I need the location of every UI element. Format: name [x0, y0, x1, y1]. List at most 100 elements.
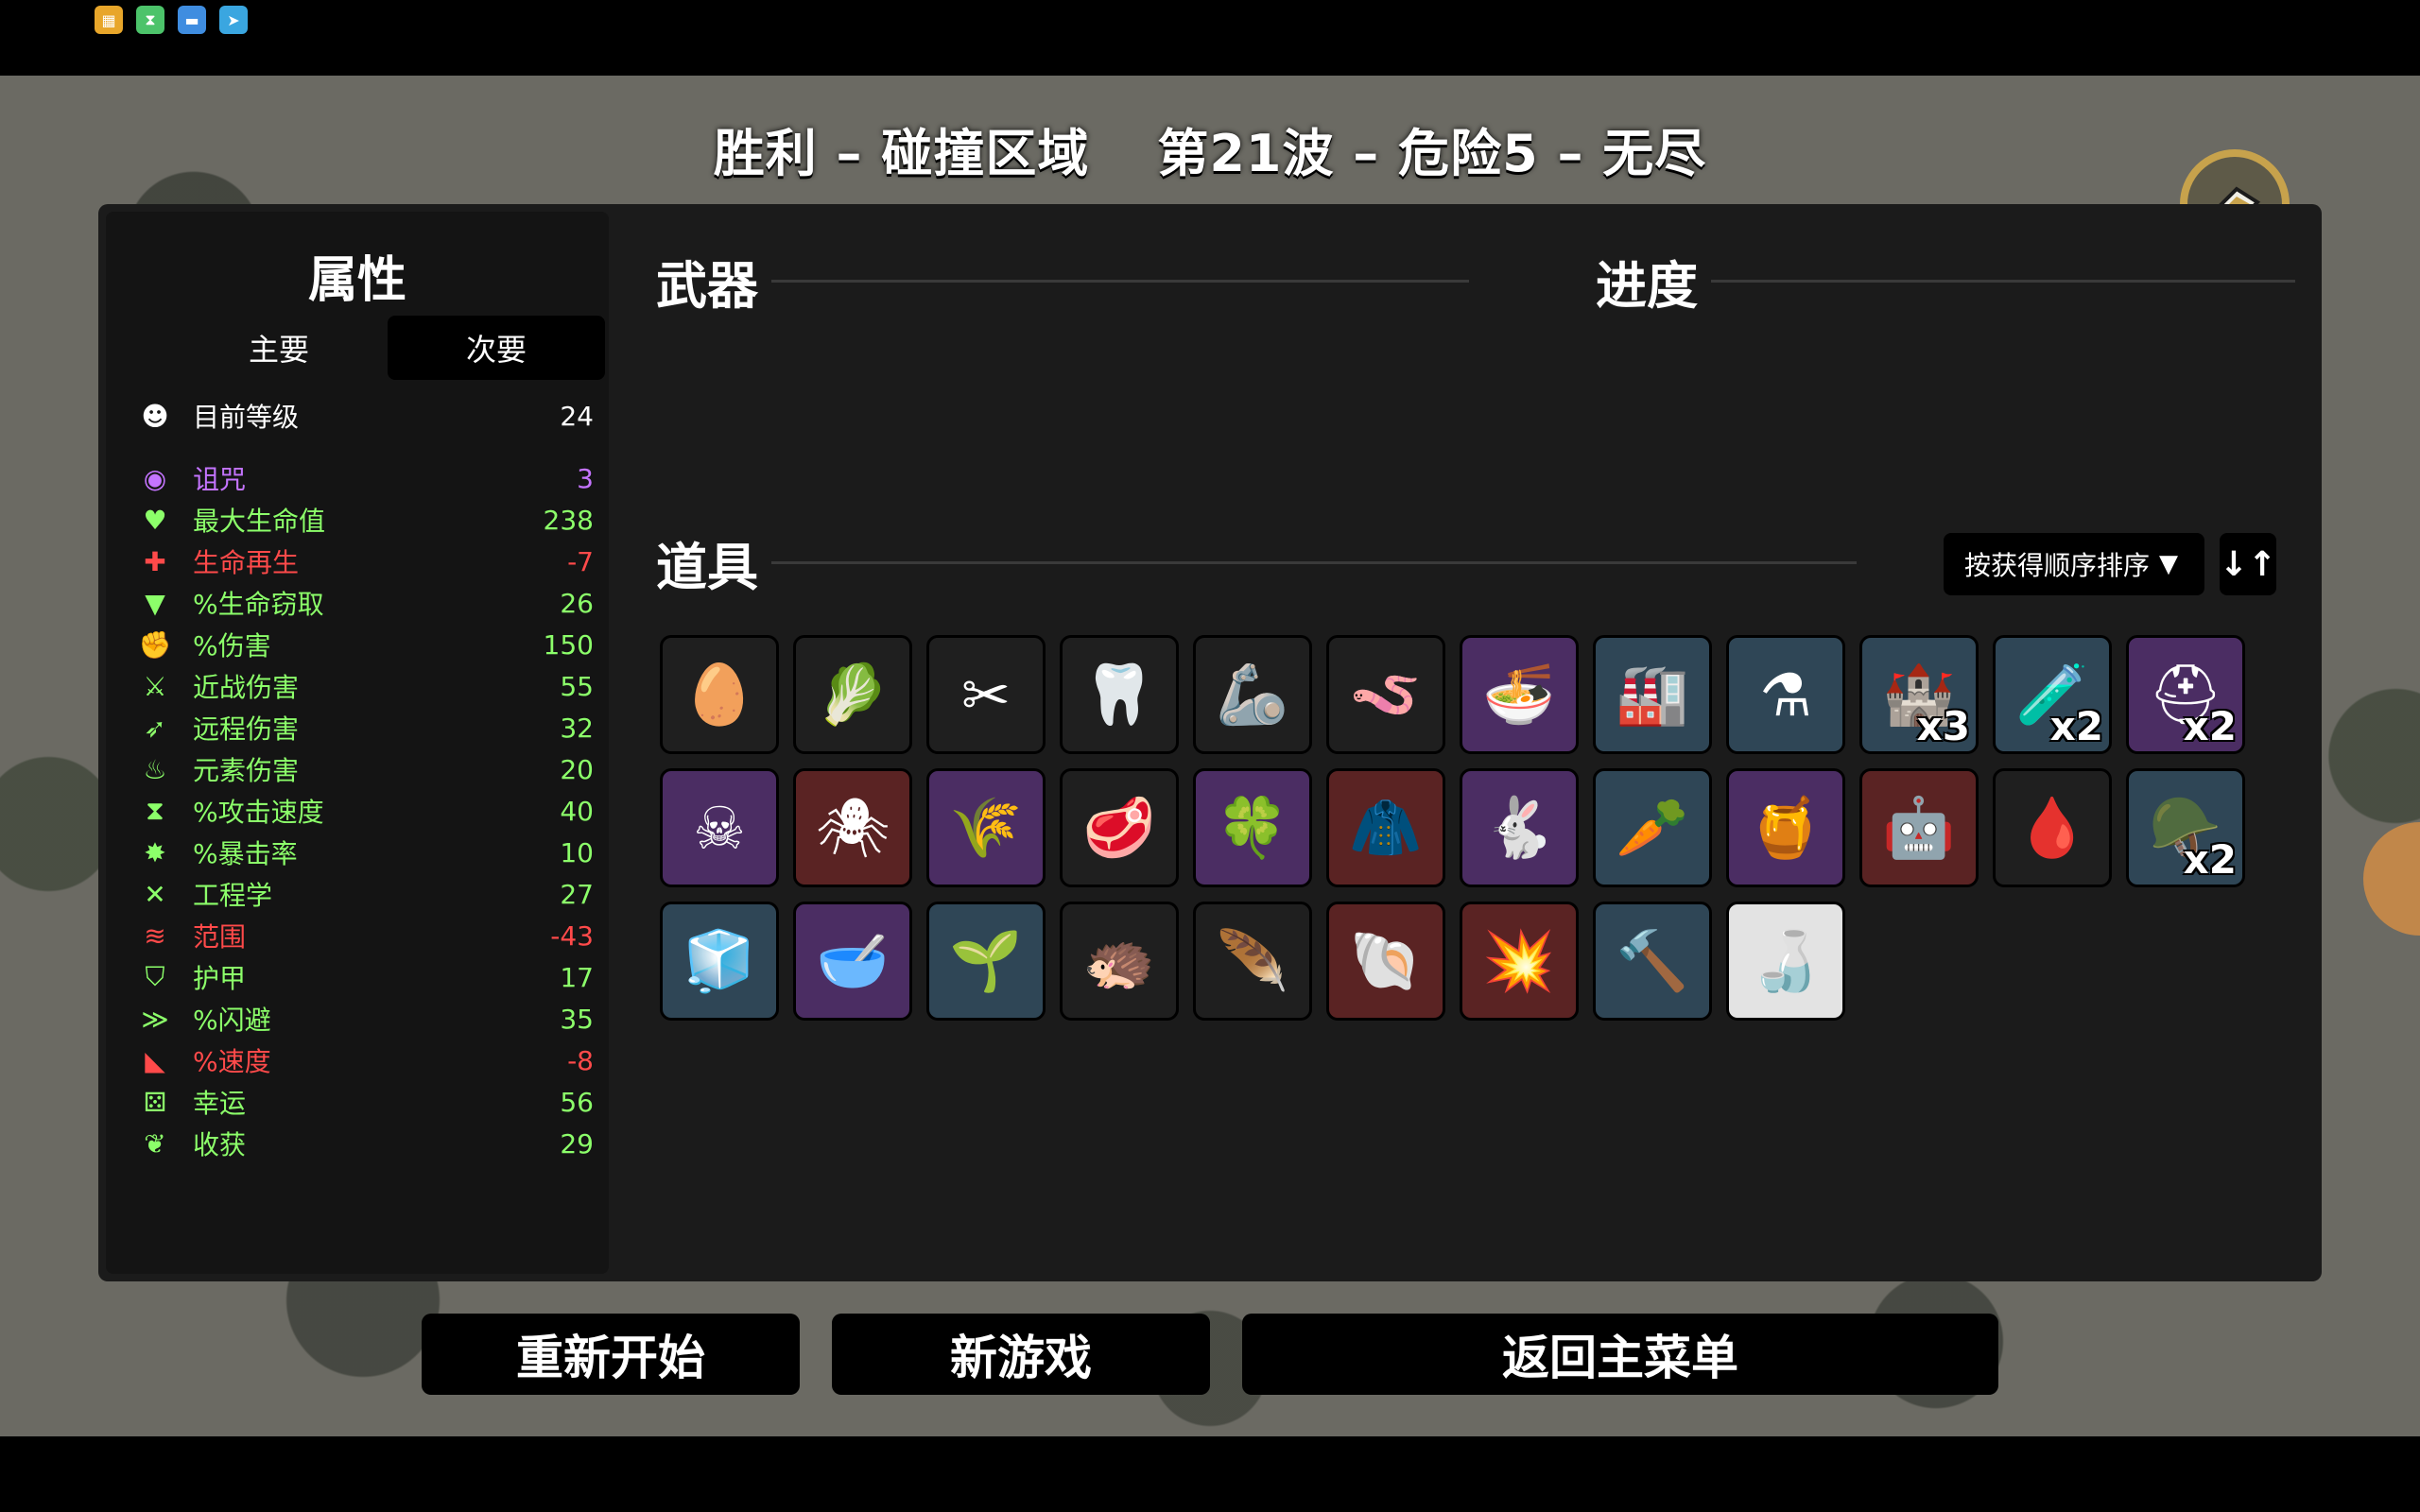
- stat-value: 27: [560, 878, 594, 910]
- items-title: 道具: [656, 538, 758, 597]
- stat-label: %暴击率: [193, 838, 298, 869]
- green-potion-item-icon[interactable]: 🧪 x2: [1993, 635, 2112, 754]
- stat-row: ⧗ %攻击速度 40: [136, 790, 594, 832]
- stats-column: 属性 主要 次要 ☻ 目前等级 24 ◉ 诅咒 3 ♥ 最大生命值 238 ✚ 生命再生 -7 ▼…: [106, 212, 609, 1274]
- stat-row: ⚔ 近战伤害 55: [136, 665, 594, 707]
- run-wave-title: 第21波 – 危险5 – 无尽: [1157, 124, 1707, 183]
- stat-label: 收获: [193, 1129, 247, 1160]
- stat-value: 150: [543, 628, 594, 661]
- scarecrow-item-icon[interactable]: ☠: [660, 768, 779, 887]
- heart-icon: ♥: [143, 504, 167, 536]
- stat-row: ✕ 工程学 27: [136, 873, 594, 915]
- wheat-item-icon[interactable]: 🌾: [926, 768, 1046, 887]
- mortar-item-icon[interactable]: 🥣: [793, 902, 912, 1021]
- stat-value: 29: [560, 1127, 594, 1160]
- app-icon-2[interactable]: ⧗: [136, 6, 164, 34]
- fangs-icon: ▼: [145, 587, 165, 619]
- app-icon-1[interactable]: ▦: [95, 6, 123, 34]
- garden-item-icon[interactable]: 🌱: [926, 902, 1046, 1021]
- stat-row: ✸ %暴击率 10: [136, 832, 594, 873]
- top-bar: ▦ ⧗ ▬ ➤: [0, 0, 2420, 76]
- item-quantity: x2: [2183, 703, 2237, 749]
- stat-value: 55: [560, 670, 594, 702]
- level-icon: ☻: [141, 400, 169, 432]
- sword-icon: ⚔: [143, 670, 167, 702]
- item-quantity: x2: [2049, 703, 2103, 749]
- carrot-item-icon[interactable]: 🥕: [1593, 768, 1712, 887]
- stat-label: 生命再生: [193, 547, 300, 578]
- sort-order-toggle-icon[interactable]: ↓↑: [2220, 533, 2276, 595]
- stat-row: ◣ %速度 -8: [136, 1040, 594, 1081]
- hourglass-icon: ⧗: [146, 795, 164, 826]
- stat-row: ♥ 最大生命值 238: [136, 499, 594, 541]
- stat-row: ▼ %生命窃取 26: [136, 582, 594, 624]
- spider-item-icon[interactable]: 🕷: [793, 768, 912, 887]
- egg-ghost-item-icon[interactable]: 🥚: [660, 635, 779, 754]
- knight-helm-item-icon[interactable]: 🪖 x2: [2126, 768, 2245, 887]
- white-claw-item-icon[interactable]: 🦷: [1060, 635, 1179, 754]
- stat-label: 元素伤害: [193, 755, 300, 786]
- cape-item-icon[interactable]: 🧥: [1326, 768, 1445, 887]
- hedgehog-item-icon[interactable]: 🦔: [1060, 902, 1179, 1021]
- explosion-item-icon[interactable]: 💥: [1460, 902, 1579, 1021]
- red-scar-item-icon[interactable]: ✂: [926, 635, 1046, 754]
- app-icon-4[interactable]: ➤: [219, 6, 248, 34]
- item-quantity: x3: [1916, 703, 1970, 749]
- ice-cube-item-icon[interactable]: 🧊: [660, 902, 779, 1021]
- mech-spider-item-icon[interactable]: 🤖: [1859, 768, 1979, 887]
- results-panel: 属性 主要 次要 ☻ 目前等级 24 ◉ 诅咒 3 ♥ 最大生命值 238 ✚ 生命再生 -7 ▼…: [98, 204, 2322, 1281]
- feather-item-icon[interactable]: 🪶: [1193, 902, 1312, 1021]
- honey-jar-item-icon[interactable]: 🍯: [1726, 768, 1845, 887]
- dice-icon: ⚄: [143, 1086, 167, 1118]
- pink-worm-item-icon[interactable]: 🪱: [1326, 635, 1445, 754]
- stat-row: ≋ 范围 -43: [136, 915, 594, 956]
- stat-value: -8: [567, 1044, 594, 1076]
- run-result-title: 胜利 – 碰撞区域: [713, 124, 1090, 183]
- stats-title: 属性: [307, 252, 406, 309]
- robot-arm-item-icon[interactable]: 🦾: [1193, 635, 1312, 754]
- stat-label: %速度: [193, 1046, 271, 1077]
- bowl-item-icon[interactable]: 🍜: [1460, 635, 1579, 754]
- tab-secondary[interactable]: 次要: [388, 316, 605, 380]
- factory-item-icon[interactable]: 🏭: [1593, 635, 1712, 754]
- shovel-item-icon[interactable]: 🔨: [1593, 902, 1712, 1021]
- stat-label: 最大生命值: [193, 506, 326, 537]
- sort-dropdown[interactable]: 按获得顺序排序 ▼: [1944, 533, 2204, 595]
- tab-primary[interactable]: 主要: [170, 316, 388, 380]
- sack-item-icon[interactable]: 🥬: [793, 635, 912, 754]
- clover-item-icon[interactable]: 🍀: [1193, 768, 1312, 887]
- new-game-button[interactable]: 新游戏: [832, 1314, 1210, 1395]
- dodge-icon: ≫: [141, 1003, 169, 1035]
- stat-value: 3: [577, 462, 594, 494]
- app-icon-3[interactable]: ▬: [178, 6, 206, 34]
- main-menu-button[interactable]: 返回主菜单: [1242, 1314, 1998, 1395]
- stat-value: 40: [560, 795, 594, 827]
- stat-value: 20: [560, 753, 594, 785]
- shell-item-icon[interactable]: 🐚: [1326, 902, 1445, 1021]
- stat-value: 238: [543, 504, 594, 536]
- divider: [771, 561, 1857, 564]
- turret-item-icon[interactable]: 🏰 x3: [1859, 635, 1979, 754]
- potion-flask-item-icon[interactable]: ⚗: [1726, 635, 1845, 754]
- stats-tabs: 主要 次要: [170, 316, 605, 380]
- steak-item-icon[interactable]: 🥩: [1060, 768, 1179, 887]
- divider: [771, 280, 1469, 283]
- run-title: 胜利 – 碰撞区域 第21波 – 危险5 – 无尽: [0, 112, 2420, 186]
- stat-row: ◉ 诅咒 3: [136, 457, 594, 499]
- stat-row: ❦ 收获 29: [136, 1123, 594, 1164]
- stat-row: ✚ 生命再生 -7: [136, 541, 594, 582]
- rabbit-item-icon[interactable]: 🐇: [1460, 768, 1579, 887]
- restart-button[interactable]: 重新开始: [422, 1314, 800, 1395]
- wounded-creature-item-icon[interactable]: 🩸: [1993, 768, 2112, 887]
- stat-label: 远程伤害: [193, 713, 300, 745]
- stat-label: %闪避: [193, 1005, 271, 1036]
- stat-value: 56: [560, 1086, 594, 1118]
- helmet-item-icon[interactable]: ⛑ x2: [2126, 635, 2245, 754]
- sauce-bottle-item-icon[interactable]: 🍶: [1726, 902, 1845, 1021]
- stat-label: 工程学: [193, 880, 273, 911]
- tray-icons: ▦ ⧗ ▬ ➤: [95, 6, 248, 34]
- stat-row: ⚄ 幸运 56: [136, 1081, 594, 1123]
- stat-label: 近战伤害: [193, 672, 300, 703]
- sort-dropdown-label: 按获得顺序排序: [1964, 550, 2151, 581]
- stat-label: 范围: [193, 921, 247, 953]
